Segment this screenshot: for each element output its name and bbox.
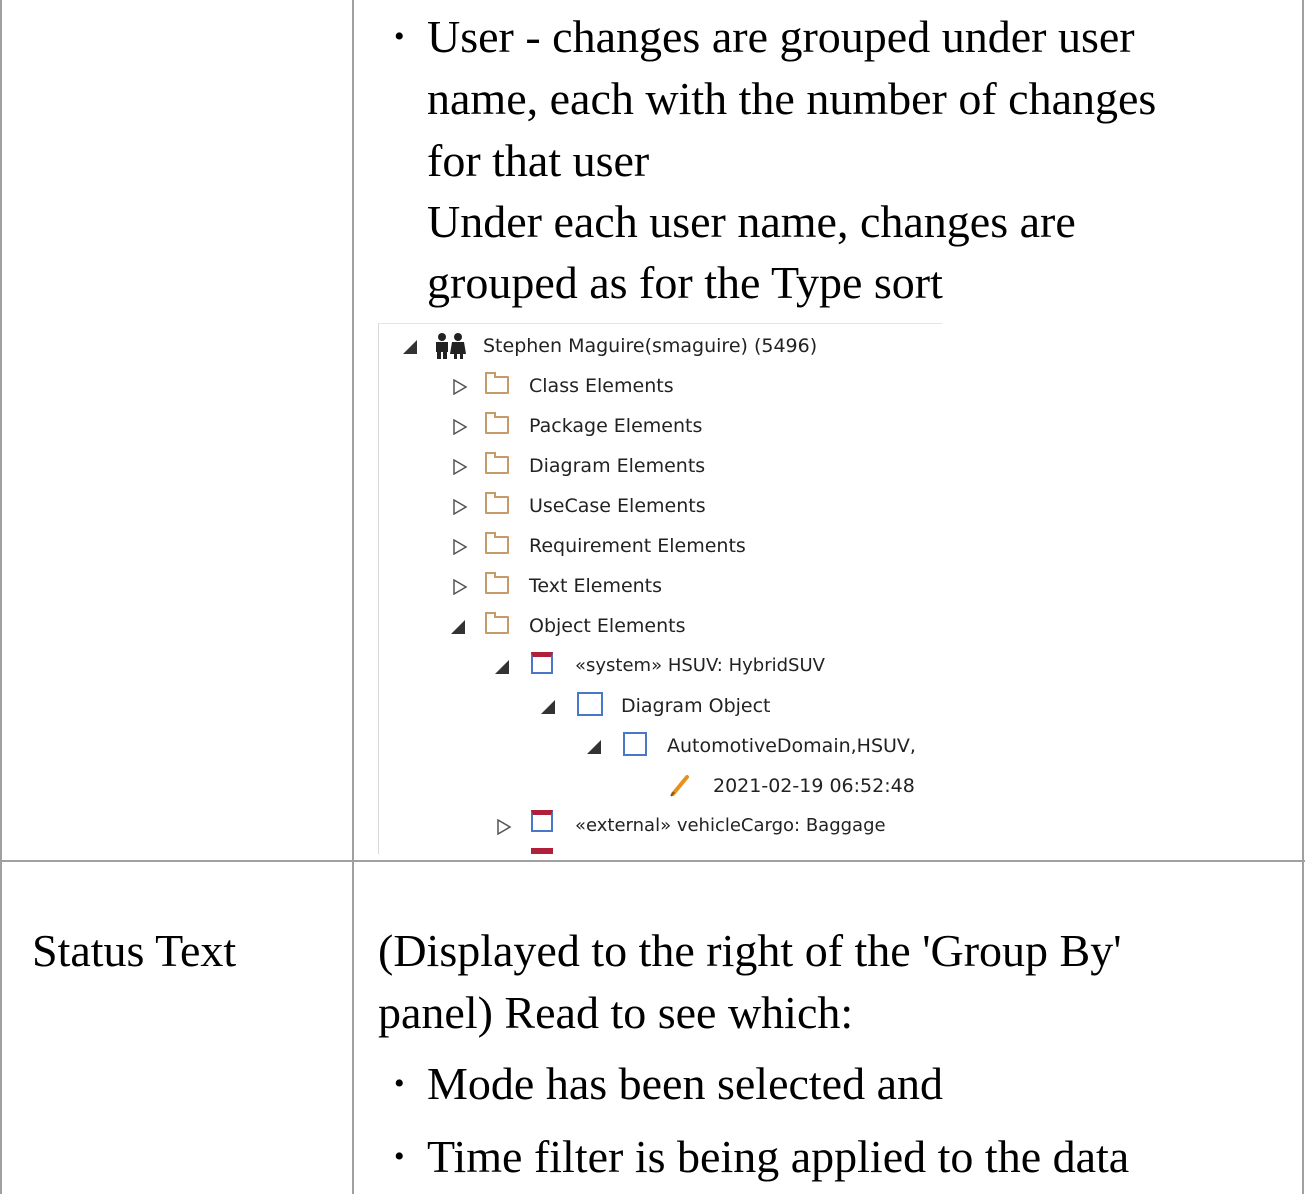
bullet: •	[394, 1067, 405, 1100]
partial-object-icon	[531, 848, 553, 854]
tree-domain-item-label: AutomotiveDomain,HSUV,	[667, 735, 916, 757]
tree-folder-row[interactable]: Object Elements	[379, 606, 939, 646]
change-tree-screenshot: Stephen Maguire(smaguire) (5496) Class E…	[378, 323, 942, 854]
collapsed-arrow-icon[interactable]	[453, 419, 469, 435]
row1-line-5: grouped as for the Type sort	[427, 257, 943, 308]
tree-folder-label: Requirement Elements	[529, 535, 746, 557]
expanded-arrow-icon[interactable]	[495, 660, 511, 676]
collapsed-arrow-icon[interactable]	[453, 539, 469, 555]
tree-external-item-row[interactable]: «external» vehicleCargo: Baggage	[379, 806, 939, 846]
tree-system-item-label: «system» HSUV: HybridSUV	[575, 655, 825, 676]
collapsed-arrow-icon[interactable]	[453, 379, 469, 395]
tree-folder-label: Object Elements	[529, 615, 686, 637]
table-row-divider	[0, 860, 1305, 862]
table-column-divider	[352, 0, 354, 1194]
object-instance-icon	[531, 810, 553, 832]
tree-timestamp-row[interactable]: 2021-02-19 06:52:48	[379, 766, 939, 806]
tree-folder-row[interactable]: Package Elements	[379, 406, 939, 446]
tree-root-row: Stephen Maguire(smaguire) (5496)	[379, 326, 939, 366]
tree-folder-label: Class Elements	[529, 375, 674, 397]
expanded-arrow-icon[interactable]	[587, 740, 603, 756]
object-instance-icon	[531, 652, 553, 674]
row2-bullet-1: Mode has been selected and	[427, 1058, 944, 1109]
row2-intro-line-2: panel) Read to see which:	[378, 987, 854, 1038]
collapsed-arrow-icon[interactable]	[453, 579, 469, 595]
collapsed-arrow-icon[interactable]	[453, 499, 469, 515]
table-border-left	[0, 0, 2, 1194]
folder-icon	[485, 612, 509, 634]
row1-line-2: name, each with the number of changes	[427, 73, 1157, 124]
diagram-object-icon	[623, 732, 647, 756]
row2-label: Status Text	[32, 925, 237, 976]
tree-system-item-row[interactable]: «system» HSUV: HybridSUV	[379, 646, 939, 686]
row2-intro-line-1: (Displayed to the right of the 'Group By…	[378, 925, 1122, 976]
expanded-arrow-icon[interactable]	[541, 700, 557, 716]
tree-root-label: Stephen Maguire(smaguire) (5496)	[483, 335, 818, 357]
tree-folder-label: UseCase Elements	[529, 495, 706, 517]
collapsed-arrow-icon[interactable]	[497, 819, 513, 835]
row2-bullet-2: Time filter is being applied to the data	[427, 1131, 1130, 1182]
tree-folder-label: Diagram Elements	[529, 455, 706, 477]
folder-icon	[485, 532, 509, 554]
tree-folder-row[interactable]: Diagram Elements	[379, 446, 939, 486]
tree-folder-row[interactable]: Class Elements	[379, 366, 939, 406]
tree-folder-label: Package Elements	[529, 415, 703, 437]
folder-icon	[485, 452, 509, 474]
tree-domain-item-row[interactable]: AutomotiveDomain,HSUV,	[379, 726, 939, 766]
tree-diagram-object-row[interactable]: Diagram Object	[379, 686, 939, 726]
folder-icon	[485, 412, 509, 434]
tree-folder-row[interactable]: Requirement Elements	[379, 526, 939, 566]
bullet: •	[394, 20, 405, 53]
tree-folder-row[interactable]: Text Elements	[379, 566, 939, 606]
folder-icon	[485, 572, 509, 594]
row1-line-1: User - changes are grouped under user	[427, 11, 1135, 62]
expanded-arrow-icon	[403, 340, 417, 354]
expanded-arrow-icon[interactable]	[451, 620, 467, 636]
diagram-object-icon	[577, 692, 603, 716]
folder-icon	[485, 372, 509, 394]
folder-icon	[485, 492, 509, 514]
table-border-right	[1302, 0, 1304, 1194]
tree-external-item-label: «external» vehicleCargo: Baggage	[575, 815, 886, 836]
collapsed-arrow-icon[interactable]	[453, 459, 469, 475]
users-icon	[436, 333, 466, 359]
row1-line-4: Under each user name, changes are	[427, 196, 1076, 247]
tree-diagram-object-label: Diagram Object	[621, 695, 771, 717]
row1-line-3: for that user	[427, 135, 650, 186]
tree-timestamp-label: 2021-02-19 06:52:48	[713, 775, 915, 797]
pencil-icon	[670, 775, 689, 797]
tree-folder-label: Text Elements	[529, 575, 663, 597]
bullet: •	[394, 1140, 405, 1173]
tree-folder-row[interactable]: UseCase Elements	[379, 486, 939, 526]
